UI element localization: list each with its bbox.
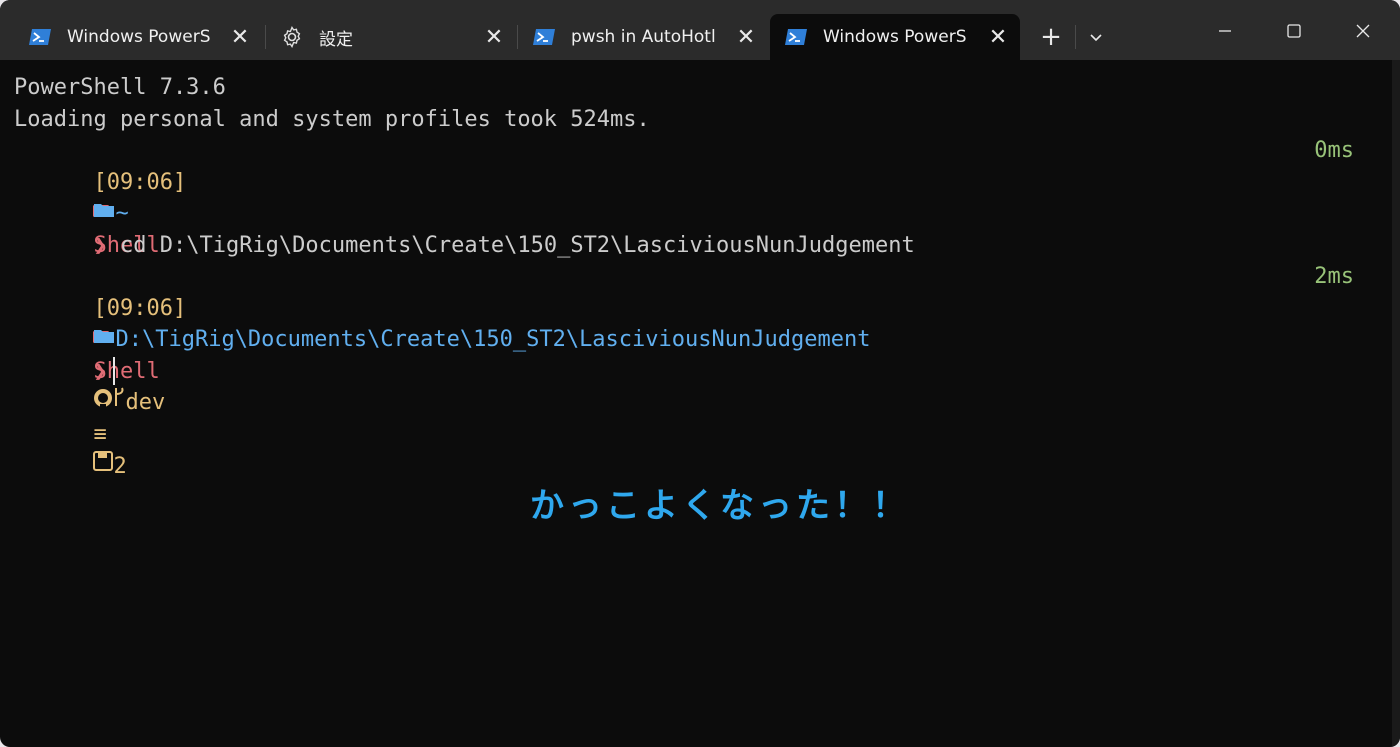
powershell-icon bbox=[28, 27, 52, 47]
tab-settings[interactable]: 設定 ✕ bbox=[266, 14, 516, 60]
scrollbar[interactable] bbox=[1392, 60, 1400, 747]
close-icon bbox=[1356, 24, 1370, 38]
prompt-chevron: ❯ bbox=[93, 358, 107, 384]
tab-label: pwsh in AutoHotl bbox=[571, 27, 716, 47]
git-status-equal: ≡ bbox=[93, 422, 107, 447]
close-tab-icon[interactable]: ✕ bbox=[484, 25, 504, 50]
gear-icon bbox=[280, 26, 304, 48]
close-window-button[interactable] bbox=[1340, 14, 1386, 48]
tab-label: Windows PowerS bbox=[823, 27, 967, 47]
git-stash-count: 2 bbox=[113, 453, 127, 479]
prompt-line-1: [09:06] Shell 0ms bbox=[14, 135, 1354, 258]
tab-label: 設定 bbox=[319, 29, 353, 50]
save-icon bbox=[93, 449, 114, 481]
banner-line: PowerShell 7.3.6 bbox=[14, 75, 226, 100]
tab-divider bbox=[1075, 25, 1076, 49]
close-tab-icon[interactable]: ✕ bbox=[736, 25, 756, 50]
tab-label: Windows PowerS bbox=[67, 27, 211, 47]
tab-windows-powershell-1[interactable]: Windows PowerS ✕ bbox=[0, 14, 262, 60]
close-tab-icon[interactable]: ✕ bbox=[988, 25, 1008, 50]
git-branch-name: dev bbox=[125, 390, 166, 416]
tab-pwsh-autohotkey[interactable]: pwsh in AutoHotl ✕ bbox=[518, 14, 768, 60]
prompt-line-2: [09:06] Shell dev ≡ 2 2ms bbox=[14, 261, 1354, 479]
text-cursor bbox=[112, 356, 115, 385]
title-bar: Windows PowerS ✕ 設定 ✕ pwsh in AutoHotl ✕… bbox=[0, 0, 1400, 60]
path-line-1: ~ bbox=[14, 167, 1354, 226]
profile-load-line: Loading personal and system profiles too… bbox=[14, 106, 650, 132]
tab-windows-powershell-active[interactable]: Windows PowerS ✕ bbox=[770, 14, 1020, 60]
powershell-icon bbox=[784, 27, 808, 47]
path-line-2: D:\TigRig\Documents\Create\150_ST2\Lasci… bbox=[14, 293, 1354, 352]
prompt-duration: 0ms bbox=[1314, 138, 1354, 163]
terminal-window: Windows PowerS ✕ 設定 ✕ pwsh in AutoHotl ✕… bbox=[0, 0, 1400, 747]
chevron-down-icon bbox=[1090, 34, 1102, 42]
terminal-output[interactable]: PowerShell 7.3.6 Loading personal and sy… bbox=[14, 72, 1354, 479]
github-icon bbox=[93, 386, 113, 418]
maximize-button[interactable] bbox=[1271, 14, 1317, 48]
maximize-icon bbox=[1287, 24, 1301, 38]
tab-dropdown-button[interactable] bbox=[1082, 22, 1110, 52]
command-line-2[interactable]: ❯ bbox=[14, 324, 1354, 385]
new-tab-button[interactable]: + bbox=[1036, 22, 1066, 52]
caption-overlay: かっこよくなった！！ bbox=[530, 486, 910, 526]
powershell-icon bbox=[532, 27, 556, 47]
close-tab-icon[interactable]: ✕ bbox=[230, 25, 250, 50]
command-line-1: ❯ cd D:\TigRig\Documents\Create\150_ST2\… bbox=[14, 198, 1354, 258]
prompt-duration: 2ms bbox=[1314, 264, 1354, 289]
git-branch-icon bbox=[113, 386, 125, 418]
minimize-button[interactable] bbox=[1202, 14, 1248, 48]
minimize-icon bbox=[1219, 30, 1231, 32]
